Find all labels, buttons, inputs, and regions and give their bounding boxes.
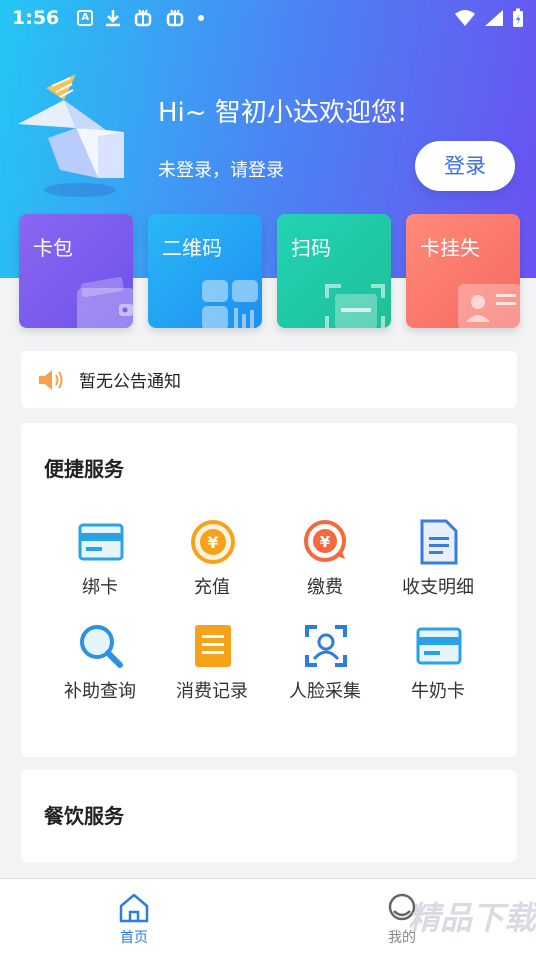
notice-text: 暂无公告通知: [79, 372, 181, 392]
service-label: 充值: [194, 577, 230, 598]
notification-icons: A: [77, 8, 205, 28]
bug-icon: [135, 9, 152, 27]
yuan-coin-icon: ¥: [191, 520, 235, 564]
service-label: 消费记录: [176, 681, 248, 702]
id-card-icon: [458, 284, 520, 328]
service-bind-card[interactable]: 绑卡: [42, 519, 158, 599]
card-icon: [416, 627, 462, 665]
svg-text:¥: ¥: [320, 533, 331, 551]
card-qr-code[interactable]: 二维码: [148, 214, 262, 328]
a-box-icon: A: [77, 10, 94, 26]
card-wallet[interactable]: 卡包: [19, 214, 133, 328]
services-panel: 便捷服务 绑卡 ¥ 充值 ¥ 缴费 收支明细 补助查询 消费记录 人脸采集 牛奶…: [21, 423, 517, 757]
service-label: 牛奶卡: [411, 681, 465, 702]
tab-label: 首页: [120, 930, 148, 946]
service-face-capture[interactable]: 人脸采集: [267, 623, 383, 703]
login-button[interactable]: 登录: [415, 141, 515, 191]
service-label: 缴费: [307, 577, 343, 598]
card-report-loss[interactable]: 卡挂失: [406, 214, 520, 328]
magnifier-icon: [80, 625, 123, 668]
service-statement[interactable]: 收支明细: [380, 519, 496, 599]
document-icon: [420, 519, 458, 565]
service-label: 绑卡: [82, 577, 118, 598]
login-hint[interactable]: 未登录，请登录: [158, 156, 284, 182]
card-label: 扫码: [291, 236, 331, 260]
card-label: 卡挂失: [420, 236, 480, 260]
section-title: 餐饮服务: [44, 804, 124, 828]
card-scan[interactable]: 扫码: [277, 214, 391, 328]
notice-bar[interactable]: 暂无公告通知: [21, 351, 517, 408]
service-label: 收支明细: [402, 577, 474, 598]
list-icon: [195, 625, 231, 667]
unicorn-mascot-icon: [18, 74, 124, 197]
download-icon: [106, 10, 121, 27]
tab-home[interactable]: 首页: [94, 891, 174, 951]
service-recharge[interactable]: ¥ 充值: [154, 519, 270, 599]
home-icon: [119, 893, 149, 923]
card-label: 二维码: [162, 236, 222, 260]
dining-panel: 餐饮服务: [21, 770, 517, 862]
payment-icon: ¥: [304, 520, 346, 562]
wallet-icon: [77, 277, 133, 328]
status-time: 1:56: [12, 7, 60, 29]
watermark: 精品下载: [408, 899, 536, 937]
dot-icon: [198, 15, 205, 21]
greeting-text: Hi~ 智初小达欢迎您!: [158, 98, 408, 128]
section-title: 便捷服务: [44, 457, 124, 481]
signal-icon: [485, 10, 503, 26]
service-consumption-record[interactable]: 消费记录: [154, 623, 270, 703]
scan-icon: [325, 284, 385, 328]
bug-icon: [167, 9, 184, 27]
battery-icon: [513, 8, 523, 27]
status-right: [454, 8, 524, 28]
card-label: 卡包: [33, 236, 73, 260]
service-subsidy-query[interactable]: 补助查询: [42, 623, 158, 703]
service-milk-card[interactable]: 牛奶卡: [380, 623, 496, 703]
wifi-icon: [455, 10, 475, 26]
status-bar: 1:56 A: [0, 0, 536, 36]
svg-text:¥: ¥: [207, 533, 218, 552]
speaker-icon: [39, 369, 63, 390]
qr-code-icon: [202, 280, 258, 328]
service-label: 补助查询: [64, 681, 136, 702]
face-scan-icon: [305, 625, 347, 667]
service-pay-fees[interactable]: ¥ 缴费: [267, 519, 383, 599]
service-label: 人脸采集: [289, 681, 361, 702]
card-icon: [78, 523, 124, 561]
